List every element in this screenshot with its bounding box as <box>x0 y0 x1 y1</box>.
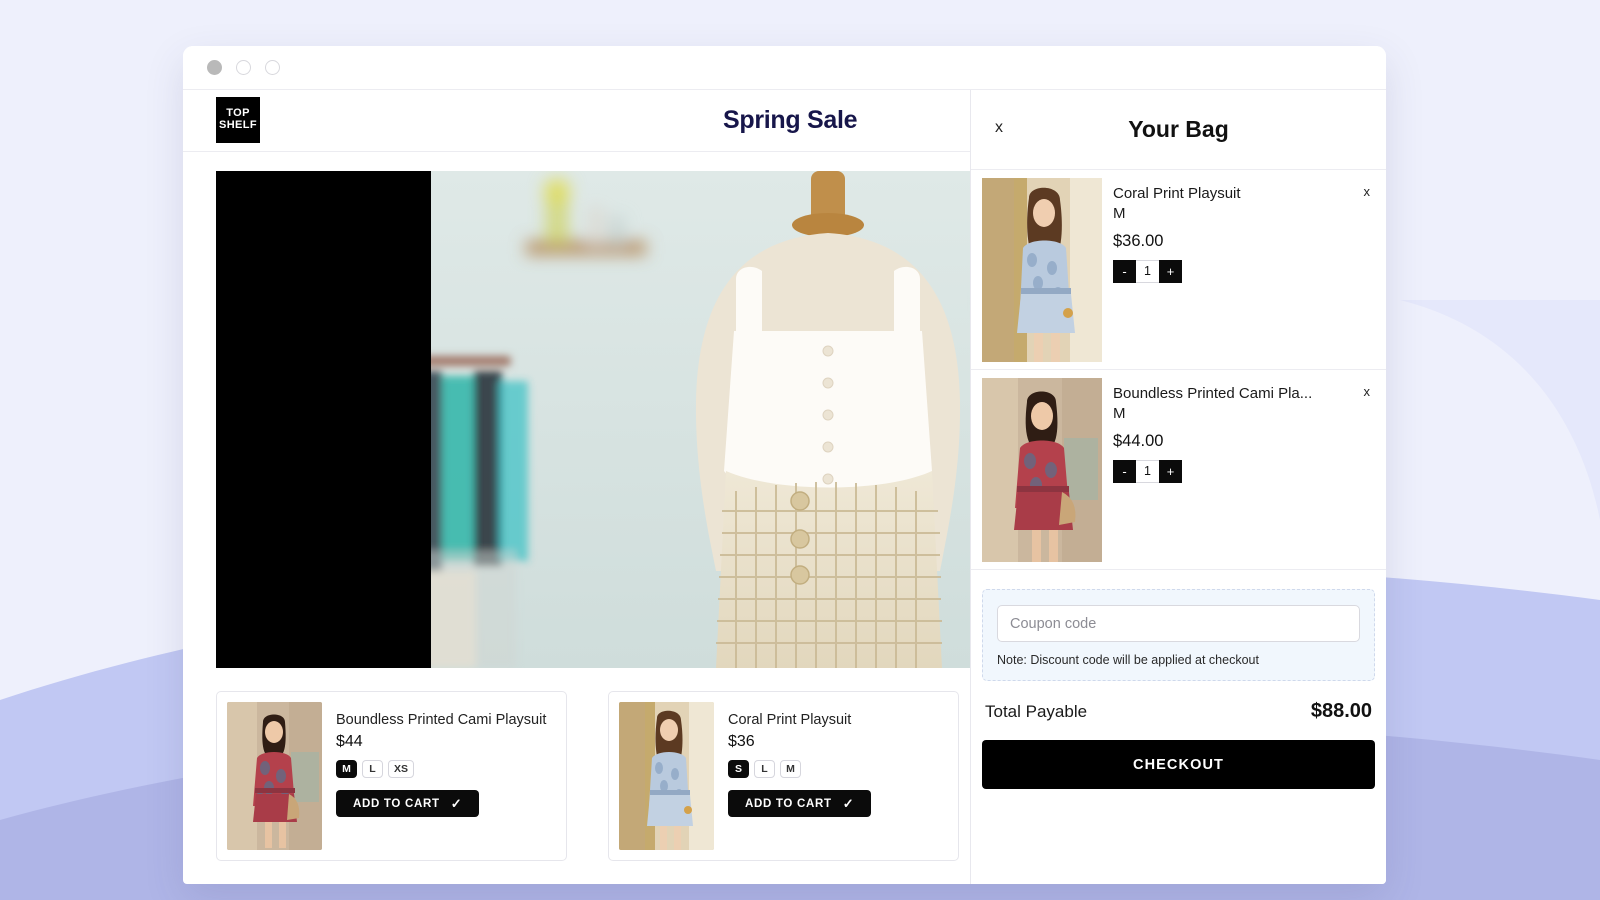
cart-item-name: Boundless Printed Cami Pla... <box>1113 385 1313 402</box>
quantity-increase-button[interactable]: + <box>1159 459 1182 483</box>
cart-item-thumbnail <box>982 378 1102 562</box>
size-selector: S L M <box>728 760 948 778</box>
quantity-increase-button[interactable]: + <box>1159 259 1182 283</box>
product-name: Coral Print Playsuit <box>728 712 852 728</box>
cart-title: Your Bag <box>1128 116 1229 142</box>
logo-line-2: SHELF <box>218 119 258 131</box>
window-titlebar <box>183 46 1386 90</box>
quantity-value: 1 <box>1136 259 1159 283</box>
size-option-m[interactable]: M <box>336 760 357 778</box>
hero-black-panel <box>216 171 431 668</box>
product-card[interactable]: Coral Print Playsuit $36 S L M ADD TO CA… <box>608 691 959 861</box>
quantity-value: 1 <box>1136 459 1159 483</box>
window-dot-minimize[interactable] <box>236 60 251 75</box>
quantity-decrease-button[interactable]: - <box>1113 259 1136 283</box>
close-icon[interactable]: x <box>995 119 1003 137</box>
product-name: Boundless Printed Cami Playsuit <box>336 712 547 728</box>
total-value: $88.00 <box>1310 700 1372 722</box>
cart-item-price: $44.00 <box>1113 431 1164 450</box>
product-info: Coral Print Playsuit $36 S L M ADD TO CA… <box>728 702 948 850</box>
add-to-cart-button[interactable]: ADD TO CART ✓ <box>336 790 480 817</box>
cart-item-list: Coral Print Playsuit M $36.00 - 1 + x Bo… <box>971 170 1386 573</box>
window-dot-close[interactable] <box>207 60 222 75</box>
remove-item-icon[interactable]: x <box>1364 384 1371 399</box>
page-title: Spring Sale <box>723 106 858 134</box>
cart-header: x Your Bag <box>971 90 1386 170</box>
cart-item: Coral Print Playsuit M $36.00 - 1 + x <box>971 170 1386 370</box>
cart-item-size: M <box>1113 405 1126 423</box>
product-price: $44 <box>336 733 363 750</box>
cart-item-details: Boundless Printed Cami Pla... M $44.00 -… <box>1113 378 1374 561</box>
product-card[interactable]: Boundless Printed Cami Playsuit $44 M L … <box>216 691 567 861</box>
add-to-cart-button[interactable]: ADD TO CART ✓ <box>728 790 872 817</box>
total-label: Total Payable <box>985 702 1088 721</box>
add-to-cart-label: ADD TO CART <box>353 797 440 810</box>
browser-window: TOP SHELF Spring Sale Boundless Printed … <box>183 46 1386 884</box>
coupon-input[interactable] <box>997 605 1360 642</box>
product-info: Boundless Printed Cami Playsuit $44 M L … <box>336 702 556 850</box>
coupon-section: Note: Discount code will be applied at c… <box>982 589 1375 681</box>
remove-item-icon[interactable]: x <box>1364 184 1371 199</box>
product-list: Boundless Printed Cami Playsuit $44 M L … <box>216 691 976 861</box>
cart-panel: x Your Bag Coral Print Playsuit M $36.00… <box>970 90 1386 884</box>
total-row: Total Payable $88.00 <box>982 700 1375 723</box>
brand-logo[interactable]: TOP SHELF <box>216 97 260 143</box>
add-to-cart-label: ADD TO CART <box>745 797 832 810</box>
quantity-decrease-button[interactable]: - <box>1113 459 1136 483</box>
check-icon: ✓ <box>842 796 855 811</box>
quantity-stepper: - 1 + <box>1113 259 1182 283</box>
size-option-xs[interactable]: XS <box>388 760 415 778</box>
cart-item-details: Coral Print Playsuit M $36.00 - 1 + x <box>1113 178 1374 361</box>
cart-item-price: $36.00 <box>1113 231 1164 250</box>
product-thumbnail <box>227 702 322 850</box>
product-price: $36 <box>728 733 755 750</box>
size-option-m[interactable]: M <box>780 760 801 778</box>
check-icon: ✓ <box>450 796 463 811</box>
cart-item-size: M <box>1113 205 1126 223</box>
cart-item: Boundless Printed Cami Pla... M $44.00 -… <box>971 370 1386 570</box>
cart-item-name: Coral Print Playsuit <box>1113 185 1241 202</box>
size-option-l[interactable]: L <box>362 760 383 778</box>
coupon-note: Note: Discount code will be applied at c… <box>997 653 1259 667</box>
checkout-button[interactable]: CHECKOUT <box>982 740 1375 789</box>
cart-item-thumbnail <box>982 178 1102 362</box>
cart-footer: Note: Discount code will be applied at c… <box>971 573 1386 884</box>
product-thumbnail <box>619 702 714 850</box>
size-option-l[interactable]: L <box>754 760 775 778</box>
size-selector: M L XS <box>336 760 556 778</box>
size-option-s[interactable]: S <box>728 760 749 778</box>
quantity-stepper: - 1 + <box>1113 459 1182 483</box>
window-dot-maximize[interactable] <box>265 60 280 75</box>
